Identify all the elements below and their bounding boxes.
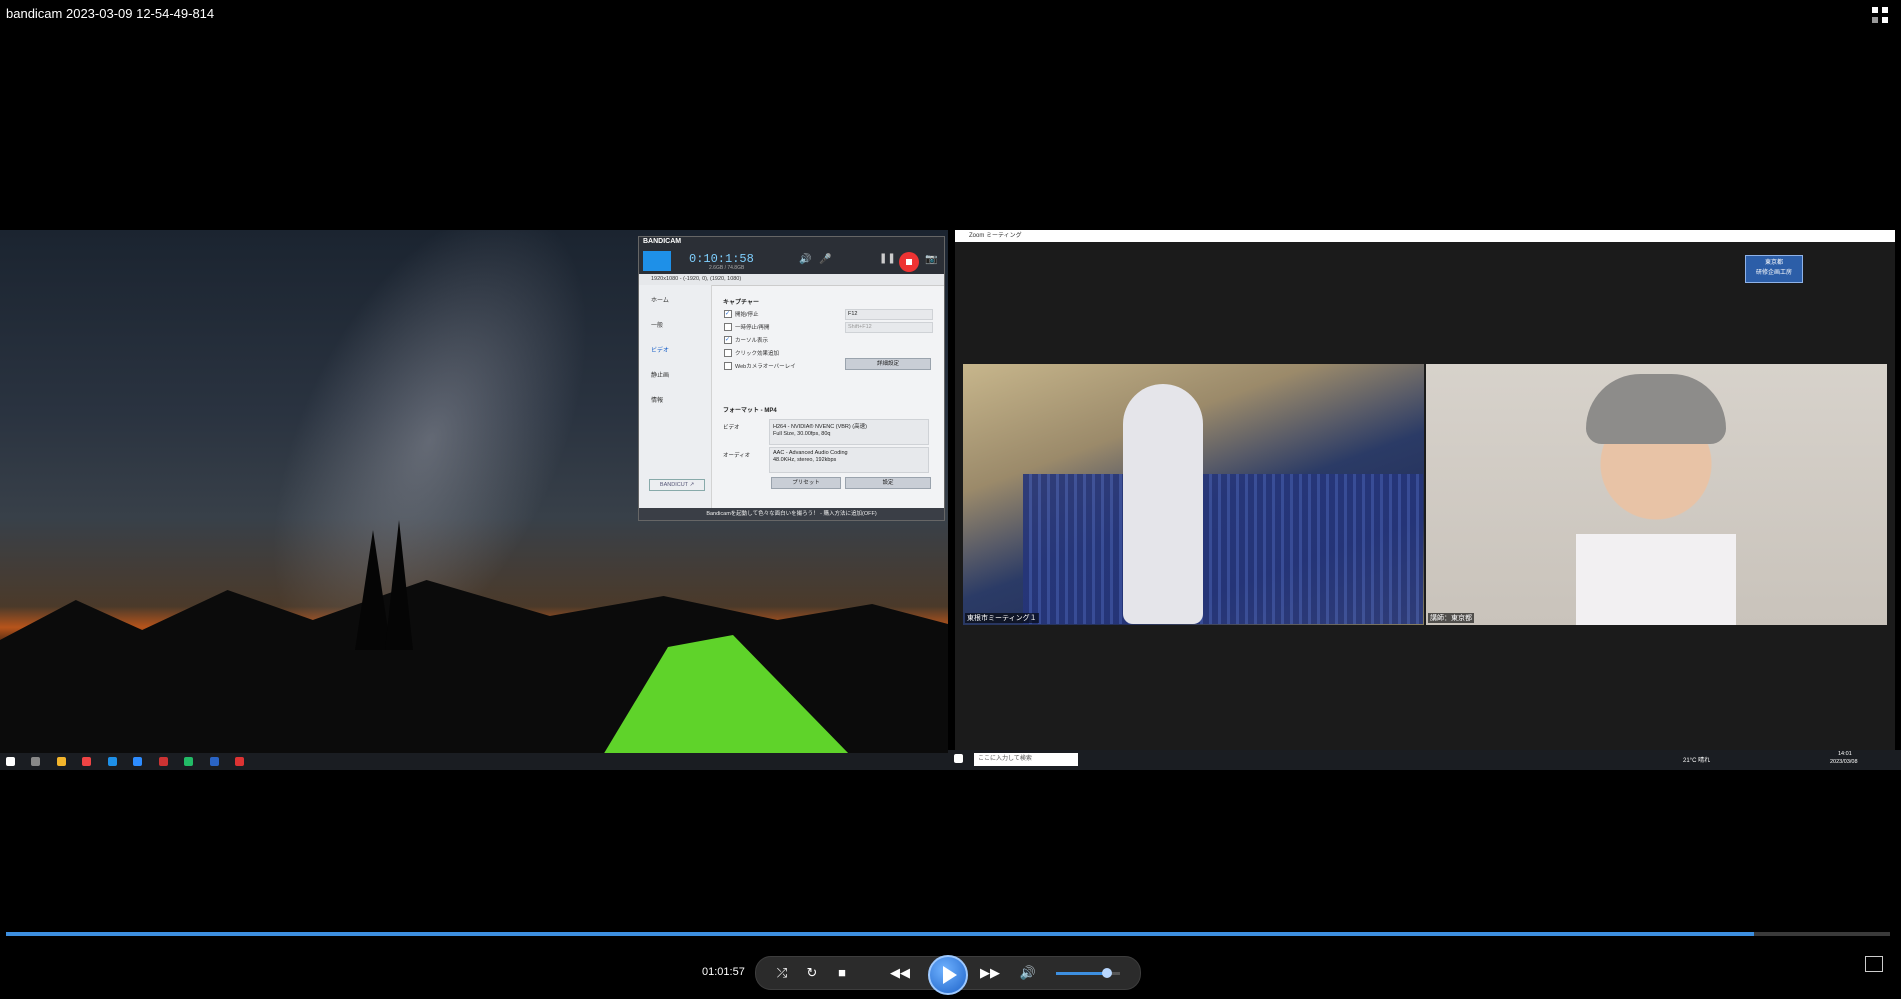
camera-icon[interactable]: 📷 — [925, 254, 937, 265]
file-size: 2.6GB / 74.8GB — [709, 265, 745, 271]
hotkey-field-2[interactable]: Shift+F12 — [845, 322, 933, 333]
option-label: 一時停止/再開 — [735, 325, 770, 331]
volume-knob[interactable] — [1102, 968, 1113, 978]
sidebar-item-general[interactable]: 一般 — [651, 320, 663, 329]
sidebar-item-image[interactable]: 静止画 — [651, 370, 669, 379]
participant-video-2[interactable]: 講師：東京都 — [1426, 364, 1887, 625]
player-controls: ⤮ ↻ ■ ◀◀ ▶▶ 🔊 — [755, 955, 1141, 995]
taskbar-left — [0, 753, 948, 770]
volume-icon[interactable]: 🔊 — [1018, 963, 1038, 983]
pause-icon[interactable]: ❚❚ — [879, 253, 896, 264]
hair — [1586, 374, 1726, 444]
taskbar-right: ここに入力して検索 21°C 晴れ 14:01 2023/03/08 — [948, 750, 1901, 770]
option-label: 開始/停止 — [735, 312, 759, 318]
zoom-icon[interactable] — [133, 757, 143, 766]
capture-heading: キャプチャー — [723, 300, 759, 306]
video-frame[interactable]: BANDICAM 0:10:1:58 2.6GB / 74.8GB 🔊 🎤 ❚❚… — [0, 230, 1901, 770]
seek-bar[interactable] — [6, 932, 1890, 936]
bandicam-sidebar: ホーム 一般 ビデオ 静止画 情報 BANDICUT ↗ — [639, 285, 712, 520]
video-codec: H264 - NVIDIA® NVENC (VBR) (高速) — [773, 424, 867, 430]
option-label: カーソル表示 — [735, 338, 769, 344]
hotkey-field[interactable]: F12 — [845, 309, 933, 320]
sidebar-item-info[interactable]: 情報 — [651, 395, 663, 404]
repeat-icon[interactable]: ↻ — [802, 963, 822, 983]
bandicam-logo: BANDICAM — [643, 238, 682, 245]
tree — [385, 520, 413, 650]
screen-mode-button[interactable] — [643, 251, 671, 271]
tag-line: 研修企画工房 — [1755, 270, 1792, 276]
auditorium-seats — [1023, 474, 1423, 624]
click-effect-checkbox[interactable] — [724, 349, 732, 357]
seek-progress — [6, 932, 1755, 936]
switch-to-library-icon[interactable] — [1865, 956, 1883, 972]
taskbar-search-box[interactable]: ここに入力して検索 — [974, 753, 1078, 766]
advanced-settings-button[interactable]: 詳細設定 — [845, 358, 931, 370]
bandicam-icon[interactable] — [158, 757, 168, 766]
audio-label: オーディオ — [723, 453, 751, 459]
microphone-icon[interactable]: 🎤 — [819, 254, 831, 265]
resolution-text: 1920x1080 - (-1920, 0), (1920, 1080) — [651, 276, 742, 282]
clock-date[interactable]: 2023/03/08 — [1830, 759, 1858, 765]
bandicam-toolbar: 0:10:1:58 2.6GB / 74.8GB 🔊 🎤 ❚❚ 📷 — [639, 248, 944, 274]
weather[interactable]: 21°C 晴れ — [1683, 755, 1710, 764]
tag-line: 東京都 — [1764, 260, 1783, 266]
option-label: Webカメラオーバーレイ — [735, 364, 796, 370]
desktop-wallpaper: BANDICAM 0:10:1:58 2.6GB / 74.8GB 🔊 🎤 ❚❚… — [0, 230, 948, 753]
bandicut-button[interactable]: BANDICUT ↗ — [649, 479, 705, 491]
participant-video-1[interactable]: 東根市ミーティング１ — [963, 364, 1424, 625]
sidebar-item-video[interactable]: ビデオ — [651, 345, 669, 354]
option-label: クリック効果追加 — [735, 351, 780, 357]
sidebar-item-home[interactable]: ホーム — [651, 295, 669, 304]
audio-codec: AAC - Advanced Audio Coding — [773, 450, 848, 456]
windows-start-icon[interactable] — [954, 754, 963, 763]
video-codec-box: H264 - NVIDIA® NVENC (VBR) (高速) Full Siz… — [769, 419, 929, 445]
fast-forward-icon[interactable]: ▶▶ — [980, 963, 1000, 983]
bandicam-titlebar: BANDICAM — [639, 237, 944, 248]
pause-resume-checkbox[interactable] — [724, 323, 732, 331]
folder-icon[interactable] — [56, 757, 66, 766]
skype-icon[interactable] — [107, 757, 117, 766]
word-icon[interactable] — [209, 757, 219, 766]
zoom-window[interactable]: Zoom ミーティング 東京都 研修企画工房 東根市ミーティング１ 講師：東京都 — [955, 230, 1895, 750]
zoom-title: Zoom ミーティング — [969, 233, 1022, 239]
speaker-person — [1123, 384, 1203, 624]
recording-timer: 0:10:1:58 — [689, 252, 754, 266]
window-title: bandicam 2023-03-09 12-54-49-814 — [6, 6, 215, 21]
volume-slider[interactable] — [1056, 968, 1120, 978]
bandicam-footer[interactable]: Bandicamを起動して色々な面白いを撮ろう！ - 購入方法に追加(OFF) — [639, 508, 944, 520]
participant-name: 東根市ミーティング１ — [965, 613, 1039, 623]
rewind-icon[interactable]: ◀◀ — [890, 963, 910, 983]
zoom-titlebar: Zoom ミーティング — [955, 230, 1895, 242]
search-icon[interactable] — [31, 757, 41, 766]
stop-record-button[interactable] — [899, 252, 919, 272]
clock-time[interactable]: 14:01 — [1838, 751, 1852, 757]
acrobat-icon[interactable] — [235, 757, 245, 766]
bandicam-window[interactable]: BANDICAM 0:10:1:58 2.6GB / 74.8GB 🔊 🎤 ❚❚… — [638, 236, 945, 521]
webcam-overlay-checkbox[interactable] — [724, 362, 732, 370]
windows-start-icon[interactable] — [6, 757, 15, 766]
app-icon[interactable] — [184, 757, 194, 766]
volume-level — [1056, 972, 1108, 975]
video-detail: Full Size, 30.00fps, 80q — [773, 431, 831, 437]
stop-icon[interactable]: ■ — [832, 963, 852, 983]
exit-fullscreen-icon[interactable] — [1871, 6, 1889, 24]
shuffle-icon[interactable]: ⤮ — [772, 963, 792, 983]
speaker-icon[interactable]: 🔊 — [799, 254, 811, 265]
audio-codec-box: AAC - Advanced Audio Coding 48.0KHz, ste… — [769, 447, 929, 473]
format-heading: フォーマット - MP4 — [723, 408, 777, 414]
participant-name: 講師：東京都 — [1428, 613, 1474, 623]
preset-button[interactable]: プリセット — [771, 477, 841, 489]
cursor-checkbox[interactable]: ✓ — [724, 336, 732, 344]
chrome-icon[interactable] — [82, 757, 92, 766]
video-label: ビデオ — [723, 425, 740, 431]
play-button[interactable] — [928, 955, 968, 995]
organization-tag: 東京都 研修企画工房 — [1745, 255, 1803, 283]
start-stop-checkbox[interactable]: ✓ — [724, 310, 732, 318]
audio-detail: 48.0KHz, stereo, 192kbps — [773, 457, 837, 463]
settings-button[interactable]: 設定 — [845, 477, 931, 489]
current-time: 01:01:57 — [702, 966, 745, 978]
